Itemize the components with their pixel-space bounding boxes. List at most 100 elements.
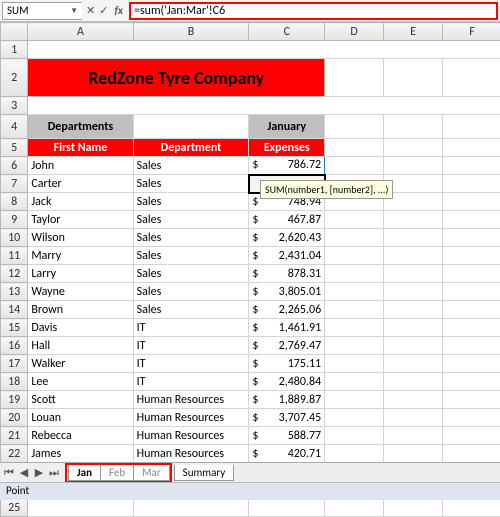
column-header-B[interactable]: B	[133, 23, 249, 41]
cell[interactable]: $467.87	[249, 211, 325, 229]
row-header[interactable]: 8	[1, 193, 28, 211]
row-header[interactable]: 20	[1, 409, 28, 427]
row-header[interactable]: 16	[1, 337, 28, 355]
cell[interactable]: Taylor	[28, 211, 133, 229]
cell[interactable]: Davis	[28, 319, 133, 337]
formula-bar[interactable]: =sum('Jan:Mar'!C6	[129, 2, 498, 20]
column-header-A[interactable]: A	[28, 23, 133, 41]
cell[interactable]: $2,620.43	[249, 229, 325, 247]
subhead-departments[interactable]: Departments	[28, 115, 133, 139]
cell[interactable]: Brown	[28, 301, 133, 319]
column-header-D[interactable]: D	[325, 23, 384, 41]
cell[interactable]: $1,889.87	[249, 391, 325, 409]
cell[interactable]: $588.77	[249, 427, 325, 445]
cell[interactable]: $1,461.91	[249, 319, 325, 337]
row-header[interactable]: 2	[1, 59, 28, 97]
cell[interactable]: $2,769.47	[249, 337, 325, 355]
header-expenses[interactable]: Expenses	[249, 139, 325, 157]
column-header-F[interactable]: F	[443, 23, 500, 41]
sheet-tab-jan[interactable]: Jan	[68, 465, 101, 481]
cell[interactable]: Human Resources	[133, 445, 249, 463]
row-header[interactable]: 11	[1, 247, 28, 265]
row-header[interactable]: 22	[1, 445, 28, 463]
cell[interactable]: Sales	[133, 265, 249, 283]
cell[interactable]: Louan	[28, 409, 133, 427]
name-box[interactable]: SUM ▼	[2, 2, 82, 20]
cell[interactable]: Lee	[28, 373, 133, 391]
cell[interactable]: IT	[133, 319, 249, 337]
header-first-name[interactable]: First Name	[28, 139, 133, 157]
row-header[interactable]: 6	[1, 157, 28, 175]
cell[interactable]: Human Resources	[133, 427, 249, 445]
cell[interactable]: $2,431.04	[249, 247, 325, 265]
row-header[interactable]: 4	[1, 115, 28, 139]
row-header[interactable]: 10	[1, 229, 28, 247]
company-title[interactable]: RedZone Tyre Company	[28, 59, 325, 97]
cell[interactable]: Sales	[133, 247, 249, 265]
cell[interactable]: $3,707.45	[249, 409, 325, 427]
cell[interactable]: $175.11	[249, 355, 325, 373]
cell[interactable]: IT	[133, 373, 249, 391]
sheet-tab-feb[interactable]: Feb	[100, 465, 134, 481]
cell[interactable]: IT	[133, 337, 249, 355]
cell[interactable]: Human Resources	[133, 409, 249, 427]
row-header[interactable]: 15	[1, 319, 28, 337]
row-header[interactable]: 12	[1, 265, 28, 283]
cell[interactable]: Sales	[133, 229, 249, 247]
cell[interactable]: $420.71	[249, 445, 325, 463]
column-header-E[interactable]: E	[384, 23, 443, 41]
row-header[interactable]: 17	[1, 355, 28, 373]
subhead-january[interactable]: January	[249, 115, 325, 139]
column-header-C[interactable]: C	[249, 23, 325, 41]
tab-nav-next-icon[interactable]: ▶	[32, 466, 46, 480]
row-header[interactable]: 7	[1, 175, 28, 193]
cell[interactable]: Scott	[28, 391, 133, 409]
cell[interactable]: Larry	[28, 265, 133, 283]
cell[interactable]: IT	[133, 355, 249, 373]
cell[interactable]: $3,805.01	[249, 283, 325, 301]
cell[interactable]: Sales	[133, 157, 249, 175]
cell[interactable]: Wilson	[28, 229, 133, 247]
select-all-corner[interactable]	[1, 23, 28, 41]
row-header[interactable]: 5	[1, 139, 28, 157]
cell[interactable]: Jack	[28, 193, 133, 211]
tab-nav-prev-icon[interactable]: ◀	[17, 466, 31, 480]
row-header[interactable]: 14	[1, 301, 28, 319]
cell[interactable]: Carter	[28, 175, 133, 193]
cell[interactable]: Sales	[133, 301, 249, 319]
cell[interactable]: Rebecca	[28, 427, 133, 445]
cell[interactable]: John	[28, 157, 133, 175]
cell[interactable]: Marry	[28, 247, 133, 265]
cell[interactable]: Sales	[133, 193, 249, 211]
sheet-tab-summary[interactable]: Summary	[174, 465, 235, 481]
row-header[interactable]: 3	[1, 97, 28, 115]
formula-cancel-button[interactable]: ✕	[86, 4, 95, 17]
cell[interactable]: Sales	[133, 175, 249, 193]
cell[interactable]: James	[28, 445, 133, 463]
tab-nav-last-icon[interactable]: ⏭	[47, 466, 61, 480]
cell[interactable]: $878.31	[249, 265, 325, 283]
row-header[interactable]: 21	[1, 427, 28, 445]
row-header[interactable]: 19	[1, 391, 28, 409]
cell[interactable]: Walker	[28, 355, 133, 373]
cell[interactable]: Sales	[133, 283, 249, 301]
cell[interactable]: $2,265.06	[249, 301, 325, 319]
row-header[interactable]: 25	[1, 499, 28, 517]
sheet-tab-mar[interactable]: Mar	[133, 465, 170, 481]
tab-nav-first-icon[interactable]: ⏮	[2, 466, 16, 480]
formula-enter-button[interactable]: ✓	[99, 4, 108, 17]
cell[interactable]: $2,480.84	[249, 373, 325, 391]
spreadsheet-grid[interactable]: A B C D E F 1 2 RedZone Tyre Company 3 4…	[0, 22, 500, 517]
row-header[interactable]: 18	[1, 373, 28, 391]
cell[interactable]: Human Resources	[133, 391, 249, 409]
row-header[interactable]: 9	[1, 211, 28, 229]
row-header[interactable]: 1	[1, 41, 28, 59]
cell-C6[interactable]: $786.72	[249, 157, 325, 175]
row-header[interactable]: 13	[1, 283, 28, 301]
cell[interactable]: Hall	[28, 337, 133, 355]
fx-icon[interactable]: fx	[112, 4, 125, 17]
header-department[interactable]: Department	[133, 139, 249, 157]
cell[interactable]: Wayne	[28, 283, 133, 301]
dropdown-icon[interactable]: ▼	[70, 6, 78, 16]
cell[interactable]: Sales	[133, 211, 249, 229]
